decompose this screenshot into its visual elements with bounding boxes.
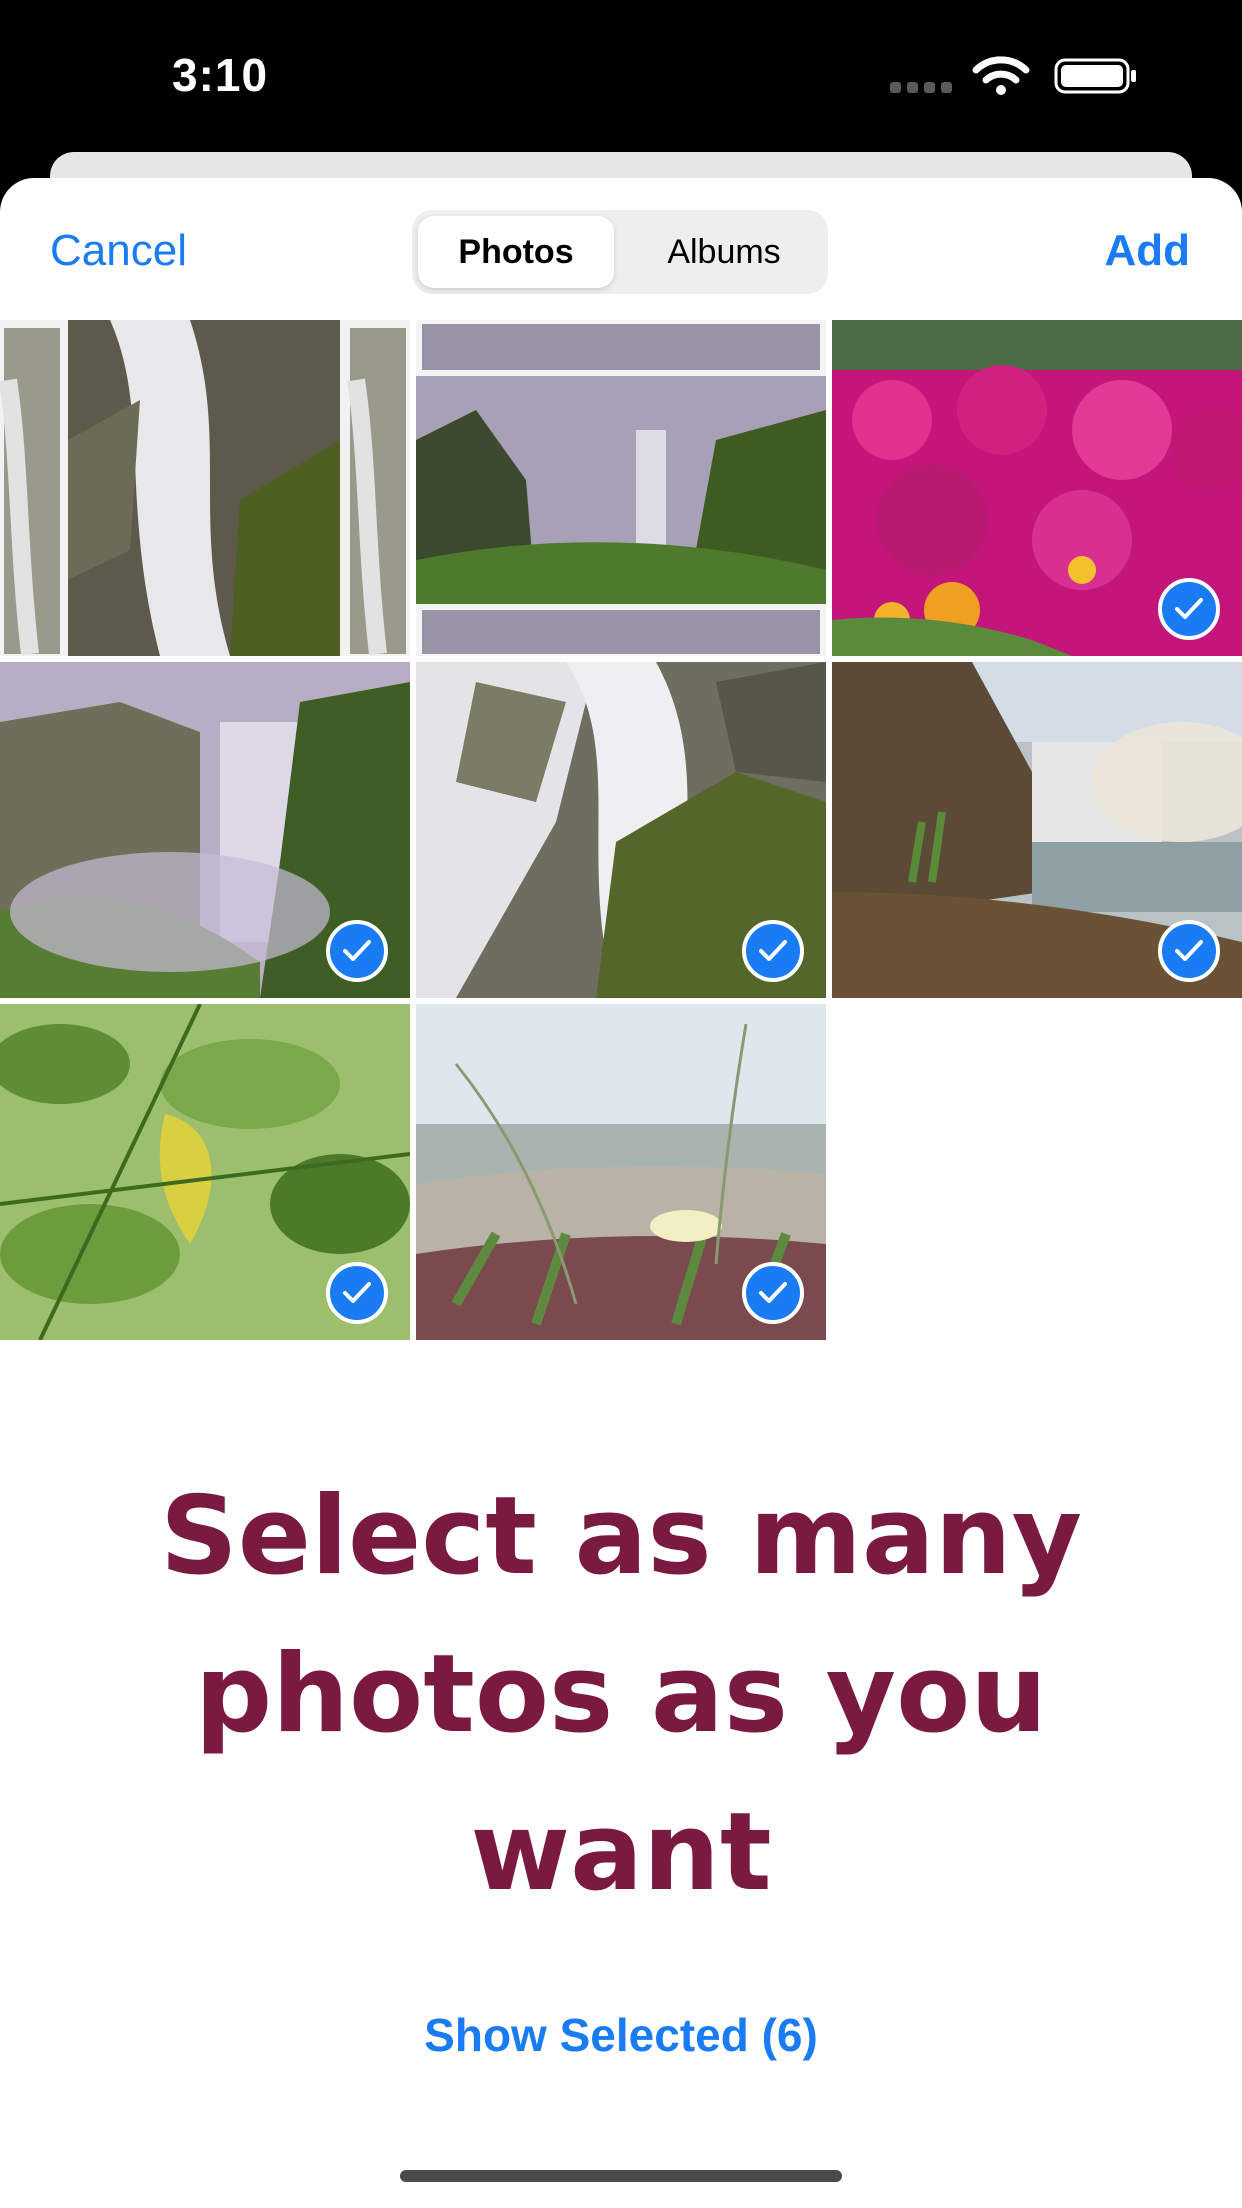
selected-checkmark-icon	[1158, 920, 1220, 982]
selected-checkmark-icon	[742, 1262, 804, 1324]
selected-checkmark-icon	[326, 920, 388, 982]
photo-thumbnail[interactable]	[832, 320, 1242, 656]
wifi-icon	[972, 56, 1030, 95]
photo-thumbnail[interactable]	[832, 662, 1242, 998]
photos-albums-segmented-control: Photos Albums	[412, 210, 828, 294]
photo-thumbnail[interactable]	[416, 1004, 826, 1340]
promo-line: Select as many	[159, 1474, 1082, 1599]
selected-checkmark-icon	[1158, 578, 1220, 640]
selected-checkmark-icon	[742, 920, 804, 982]
battery-icon	[1054, 58, 1136, 94]
status-bar: 3:10	[0, 0, 1242, 150]
promo-line: photos as you	[194, 1632, 1048, 1757]
status-time: 3:10	[172, 49, 269, 101]
tab-albums[interactable]: Albums	[626, 216, 822, 288]
photo-thumbnail[interactable]	[416, 320, 826, 656]
selected-checkmark-icon	[326, 1262, 388, 1324]
show-selected-button[interactable]: Show Selected (6)	[0, 2008, 1242, 2062]
photo-thumbnail[interactable]	[0, 1004, 410, 1340]
promo-line: want	[470, 1790, 772, 1915]
promo-heading: Select as many photos as you want	[0, 1458, 1242, 1932]
add-button[interactable]: Add	[1104, 226, 1190, 276]
cellular-signal-icon	[890, 82, 954, 94]
photo-grid	[0, 320, 1242, 1340]
home-indicator	[400, 2170, 842, 2182]
photo-thumbnail[interactable]	[0, 320, 410, 656]
photo-picker-sheet: Cancel Photos Albums Add Select as many …	[0, 178, 1242, 2208]
photo-thumbnail[interactable]	[0, 662, 410, 998]
picker-nav-bar: Cancel Photos Albums Add	[0, 178, 1242, 320]
photo-thumbnail[interactable]	[416, 662, 826, 998]
tab-photos[interactable]: Photos	[418, 216, 614, 288]
cancel-button[interactable]: Cancel	[50, 226, 187, 276]
